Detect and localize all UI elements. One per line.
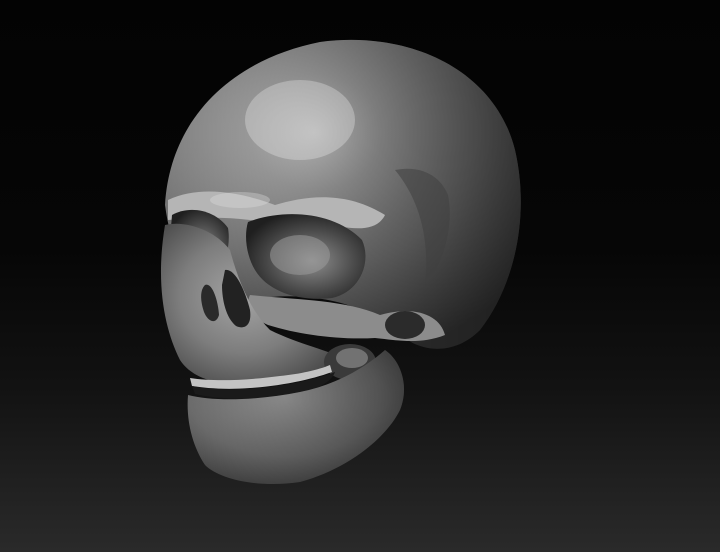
viewport-canvas[interactable]: [0, 0, 720, 552]
skull-sculpt-icon: [160, 39, 521, 485]
temporal-fossa: [385, 311, 425, 339]
